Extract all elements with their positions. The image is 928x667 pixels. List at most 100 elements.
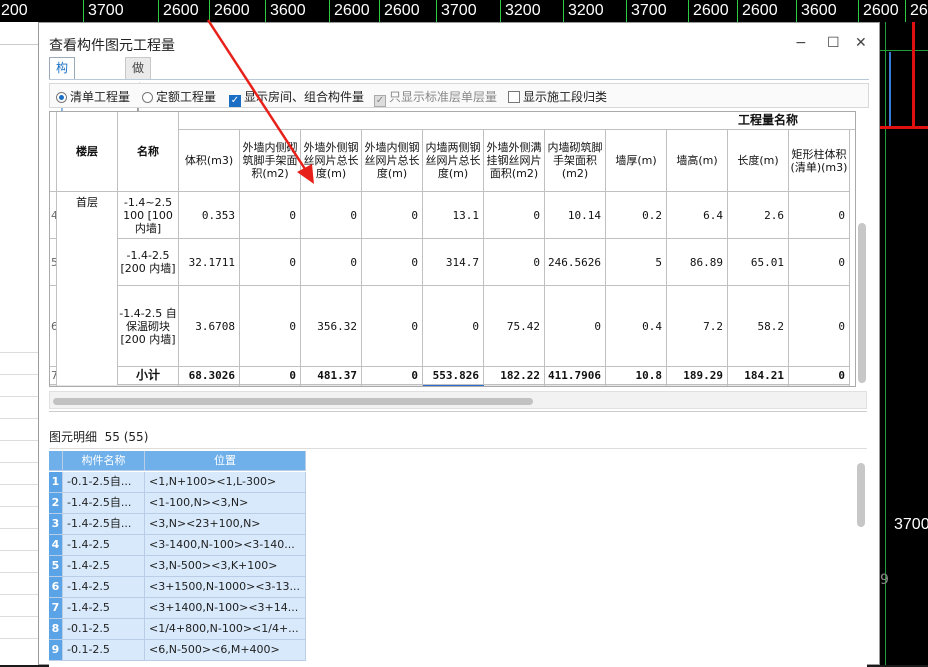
cell-value[interactable]: 0 bbox=[423, 286, 484, 367]
cell-value[interactable]: 6.4 bbox=[667, 192, 728, 239]
cell-value[interactable]: 184.21 bbox=[728, 367, 789, 385]
column-header[interactable]: 体积(m3) bbox=[179, 130, 240, 192]
total-value[interactable]: 184.21 bbox=[728, 385, 789, 386]
cell-value[interactable]: 86.89 bbox=[667, 239, 728, 286]
total-value[interactable]: 0 bbox=[240, 385, 301, 386]
total-value[interactable]: 10.8 bbox=[606, 385, 667, 386]
total-value[interactable]: 189.29 bbox=[667, 385, 728, 386]
column-header[interactable]: 外墙内侧钢丝网片总长度(m) bbox=[362, 130, 423, 192]
column-header[interactable]: 内墙砌筑脚手架面积(m2) bbox=[545, 130, 606, 192]
cell-value[interactable]: 0 bbox=[301, 192, 362, 239]
column-header[interactable]: 墙厚(m) bbox=[606, 130, 667, 192]
detail-cell-position[interactable]: <3,N-500><3,K+100> bbox=[145, 556, 306, 577]
detail-column-header-position[interactable]: 位置 bbox=[145, 451, 306, 471]
column-header[interactable]: 墙高(m) bbox=[667, 130, 728, 192]
cell-value[interactable]: 0 bbox=[789, 192, 850, 239]
detail-row-number[interactable]: 4 bbox=[49, 535, 63, 556]
cell-value[interactable]: 58.2 bbox=[728, 286, 789, 367]
cell-value[interactable]: 0 bbox=[301, 239, 362, 286]
detail-vertical-scrollbar[interactable] bbox=[857, 463, 865, 527]
tab-method-quantity[interactable]: 做法工程量 bbox=[125, 57, 152, 159]
cell-value[interactable]: 10.8 bbox=[606, 367, 667, 385]
column-header[interactable]: 长度(m) bbox=[728, 130, 789, 192]
detail-cell-name[interactable]: -1.4-2.5自... bbox=[63, 493, 145, 514]
cell-value[interactable]: 0 bbox=[362, 367, 423, 385]
cell-value[interactable]: 0 bbox=[545, 286, 606, 367]
radio-bill-quantity[interactable]: 清单工程量 bbox=[56, 88, 130, 105]
column-header[interactable]: 外墙内侧砌筑脚手架面积(m2) bbox=[240, 130, 301, 192]
cell-value[interactable]: 0 bbox=[789, 239, 850, 286]
cell-value[interactable]: 0 bbox=[484, 192, 545, 239]
column-header-floor[interactable]: 楼层 bbox=[57, 112, 118, 192]
total-value[interactable]: 182.22 bbox=[484, 385, 545, 386]
detail-cell-position[interactable]: <3+1500,N-1000><3-13... bbox=[145, 577, 306, 598]
detail-row-number[interactable]: 1 bbox=[49, 472, 63, 493]
column-header[interactable]: 外墙外侧满挂钢丝网片面积(m2) bbox=[484, 130, 545, 192]
detail-cell-position[interactable]: <3+1400,N-100><3+14... bbox=[145, 598, 306, 619]
detail-cell-name[interactable]: -0.1-2.5 bbox=[63, 640, 145, 661]
total-value[interactable]: 0 bbox=[362, 385, 423, 386]
row-number[interactable]: 5 bbox=[50, 239, 57, 286]
cell-value[interactable]: 13.1 bbox=[423, 192, 484, 239]
cell-value[interactable]: 246.5626 bbox=[545, 239, 606, 286]
cell-value[interactable]: 0 bbox=[789, 367, 850, 385]
cell-value[interactable]: 75.42 bbox=[484, 286, 545, 367]
cell-value[interactable]: 32.1711 bbox=[179, 239, 240, 286]
total-value[interactable]: 481.37 bbox=[301, 385, 362, 386]
cell-value[interactable]: 0 bbox=[240, 367, 301, 385]
detail-cell-position[interactable]: <1,N+100><1,L-300> bbox=[145, 472, 306, 493]
cell-value[interactable]: 0 bbox=[789, 286, 850, 367]
cell-value[interactable]: 0 bbox=[240, 239, 301, 286]
cell-value[interactable]: 0 bbox=[362, 192, 423, 239]
radio-quota-quantity[interactable]: 定额工程量 bbox=[142, 88, 216, 105]
search-icon[interactable] bbox=[24, 4, 38, 18]
cell-value[interactable]: 481.37 bbox=[301, 367, 362, 385]
total-value[interactable]: 68.3026 bbox=[179, 385, 240, 386]
cell-name[interactable]: -1.4-2.5 自保温砌块 [200 内墙] bbox=[118, 286, 179, 367]
detail-row-number[interactable]: 8 bbox=[49, 619, 63, 640]
table-horizontal-scrollbar[interactable] bbox=[53, 398, 533, 405]
panel-splitter[interactable] bbox=[49, 411, 867, 412]
left-search-bar[interactable] bbox=[0, 22, 38, 45]
total-value[interactable]: 411.7906 bbox=[545, 385, 606, 386]
cell-value[interactable]: 0.2 bbox=[606, 192, 667, 239]
cell-value[interactable]: 68.3026 bbox=[179, 367, 240, 385]
cell-value[interactable]: 314.7 bbox=[423, 239, 484, 286]
cell-value[interactable]: 7.2 bbox=[667, 286, 728, 367]
close-button[interactable]: ✕ bbox=[855, 35, 867, 51]
column-header[interactable]: 外墙外侧钢丝网片总长度(m) bbox=[301, 130, 362, 192]
detail-cell-name[interactable]: -0.1-2.5自... bbox=[63, 472, 145, 493]
cell-value[interactable]: 65.01 bbox=[728, 239, 789, 286]
row-number[interactable]: 4 bbox=[50, 192, 57, 239]
cell-value[interactable]: 2.6 bbox=[728, 192, 789, 239]
cell-name[interactable]: 小计 bbox=[118, 367, 179, 385]
row-number[interactable]: 6 bbox=[50, 286, 57, 367]
tab-component-quantity[interactable]: 构件工程量 bbox=[49, 57, 76, 159]
detail-cell-position[interactable]: <1-100,N><3,N> bbox=[145, 493, 306, 514]
detail-cell-position[interactable]: <3-1400,N-100><3-140... bbox=[145, 535, 306, 556]
cell-value[interactable]: 0 bbox=[240, 286, 301, 367]
column-header-name[interactable]: 名称 bbox=[118, 112, 179, 192]
detail-row-number[interactable]: 5 bbox=[49, 556, 63, 577]
detail-cell-name[interactable]: -1.4-2.5 bbox=[63, 577, 145, 598]
cell-value[interactable]: 182.22 bbox=[484, 367, 545, 385]
cell-value[interactable]: 189.29 bbox=[667, 367, 728, 385]
total-value[interactable]: 0 bbox=[789, 385, 850, 386]
detail-column-header-name[interactable]: 构件名称 bbox=[63, 451, 145, 471]
detail-row-number[interactable]: 7 bbox=[49, 598, 63, 619]
total-value[interactable]: 553.826 bbox=[423, 385, 484, 386]
detail-row-number[interactable]: 2 bbox=[49, 493, 63, 514]
cell-value[interactable]: 10.14 bbox=[545, 192, 606, 239]
detail-cell-name[interactable]: -1.4-2.5 bbox=[63, 598, 145, 619]
column-header[interactable]: 内墙两侧钢丝网片总长度(m) bbox=[423, 130, 484, 192]
checkbox-show-stage[interactable]: 显示施工段归类 bbox=[508, 88, 607, 105]
maximize-button[interactable]: ☐ bbox=[827, 35, 840, 51]
cell-floor[interactable]: 首层 bbox=[57, 192, 118, 386]
cell-name[interactable]: -1.4~2.5 100 [100 内墙] bbox=[118, 192, 179, 239]
detail-cell-position[interactable]: <3,N><23+100,N> bbox=[145, 514, 306, 535]
cell-value[interactable]: 356.32 bbox=[301, 286, 362, 367]
row-number[interactable]: 8 bbox=[50, 385, 57, 386]
row-number[interactable]: 7 bbox=[50, 367, 57, 385]
detail-row-number[interactable]: 9 bbox=[49, 640, 63, 661]
detail-cell-name[interactable]: -1.4-2.5 bbox=[63, 556, 145, 577]
